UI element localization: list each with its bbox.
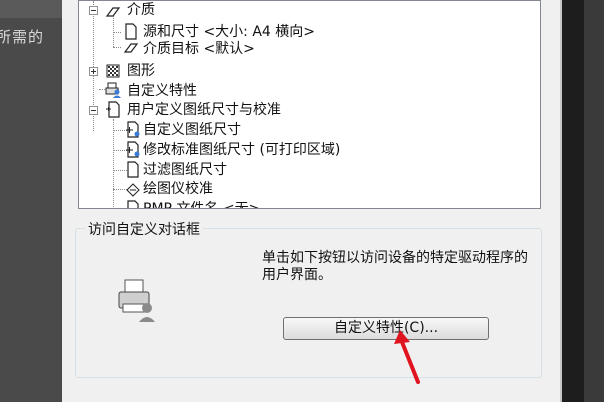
expand-graphics-toggle[interactable] xyxy=(89,67,98,76)
media-icon xyxy=(105,7,121,17)
collapse-media-toggle[interactable] xyxy=(89,6,98,15)
background-window-left: 所需的 xyxy=(0,0,62,402)
background-strip xyxy=(584,0,604,402)
printer-icon xyxy=(118,279,155,322)
collapse-user-defined-toggle[interactable] xyxy=(89,106,98,115)
custom-paper-size-icon xyxy=(126,121,140,138)
tree-item-filter-paper-size[interactable]: 过滤图纸尺寸 xyxy=(143,160,227,180)
annotation-arrow xyxy=(394,330,420,384)
tree-item-pmp-filename[interactable]: PMP 文件名 <无> xyxy=(143,199,260,208)
device-settings-tree[interactable]: 介质 源和尺寸 <大小: A4 横向> 介质目标 <默认> 图形 自定义特性 用… xyxy=(78,0,541,209)
pmp-file-icon xyxy=(127,200,139,208)
tree-item-modify-standard-paper[interactable]: 修改标准图纸尺寸 (可打印区域) xyxy=(143,140,340,160)
background-text: 所需的 xyxy=(0,28,45,46)
groupbox-description: 单击如下按钮以访问设备的特定驱动程序的用户界面。 xyxy=(262,250,528,283)
tree-connector xyxy=(113,47,121,48)
filter-paper-size-icon xyxy=(127,161,139,178)
background-window-right xyxy=(562,0,604,402)
tree-item-graphics[interactable]: 图形 xyxy=(127,61,155,81)
plotter-calibration-icon xyxy=(126,183,140,197)
groupbox-title: 访问自定义对话框 xyxy=(85,219,203,239)
media-destination-icon xyxy=(123,43,139,53)
tree-connector xyxy=(113,119,114,208)
graphics-icon xyxy=(106,64,120,78)
tree-item-plotter-calibration[interactable]: 绘图仪校准 xyxy=(143,179,213,199)
tree-item-user-defined-paper[interactable]: 用户定义图纸尺寸与校准 xyxy=(127,100,281,120)
custom-properties-button[interactable]: 自定义特性(C)... xyxy=(283,317,489,340)
user-paper-icon xyxy=(106,101,120,118)
tree-connector xyxy=(113,32,121,33)
tree-item-custom-paper-size[interactable]: 自定义图纸尺寸 xyxy=(143,120,241,140)
modify-paper-size-icon xyxy=(126,141,140,158)
printer-user-icon xyxy=(105,82,121,98)
tree-item-media-destination[interactable]: 介质目标 <默认> xyxy=(143,39,255,59)
tree-item-media[interactable]: 介质 xyxy=(127,1,155,20)
background-panel xyxy=(0,0,62,18)
tree-item-custom-properties[interactable]: 自定义特性 xyxy=(127,81,197,101)
dialog-border xyxy=(560,0,562,402)
